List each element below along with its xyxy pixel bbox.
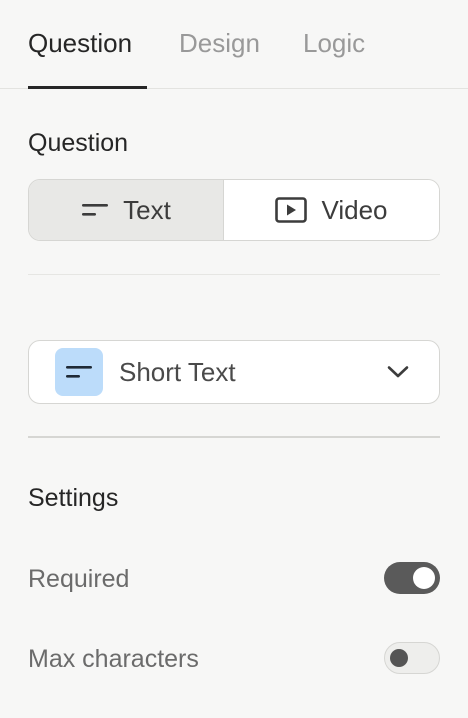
required-label: Required xyxy=(28,565,130,593)
tab-question[interactable]: Question xyxy=(28,28,132,58)
text-lines-icon xyxy=(81,202,109,218)
tab-design[interactable]: Design xyxy=(179,28,260,58)
video-play-icon xyxy=(275,197,308,223)
tab-bar: Question Design Logic xyxy=(0,0,468,89)
question-mode-toggle: Text Video xyxy=(28,179,440,241)
mode-text-label: Text xyxy=(123,194,171,225)
mode-video-label: Video xyxy=(321,194,388,225)
required-toggle[interactable] xyxy=(384,562,440,594)
settings-section-title: Settings xyxy=(28,484,119,512)
tab-logic[interactable]: Logic xyxy=(303,28,365,58)
settings-divider xyxy=(28,436,440,438)
question-type-dropdown[interactable]: Short Text xyxy=(28,340,440,404)
mode-video-button[interactable]: Video xyxy=(224,180,439,240)
max-characters-label: Max characters xyxy=(28,645,199,673)
question-section-title: Question xyxy=(28,129,129,157)
max-characters-toggle[interactable] xyxy=(384,642,440,674)
section-divider xyxy=(28,274,440,275)
toggle-knob xyxy=(413,567,435,589)
short-text-icon xyxy=(55,348,103,396)
question-type-label: Short Text xyxy=(119,356,236,387)
chevron-down-icon xyxy=(387,365,409,379)
setting-row-max-characters: Max characters xyxy=(28,642,440,676)
mode-text-button[interactable]: Text xyxy=(29,180,224,240)
setting-row-required: Required xyxy=(28,562,440,596)
active-tab-indicator xyxy=(28,86,147,89)
toggle-knob xyxy=(390,648,408,667)
